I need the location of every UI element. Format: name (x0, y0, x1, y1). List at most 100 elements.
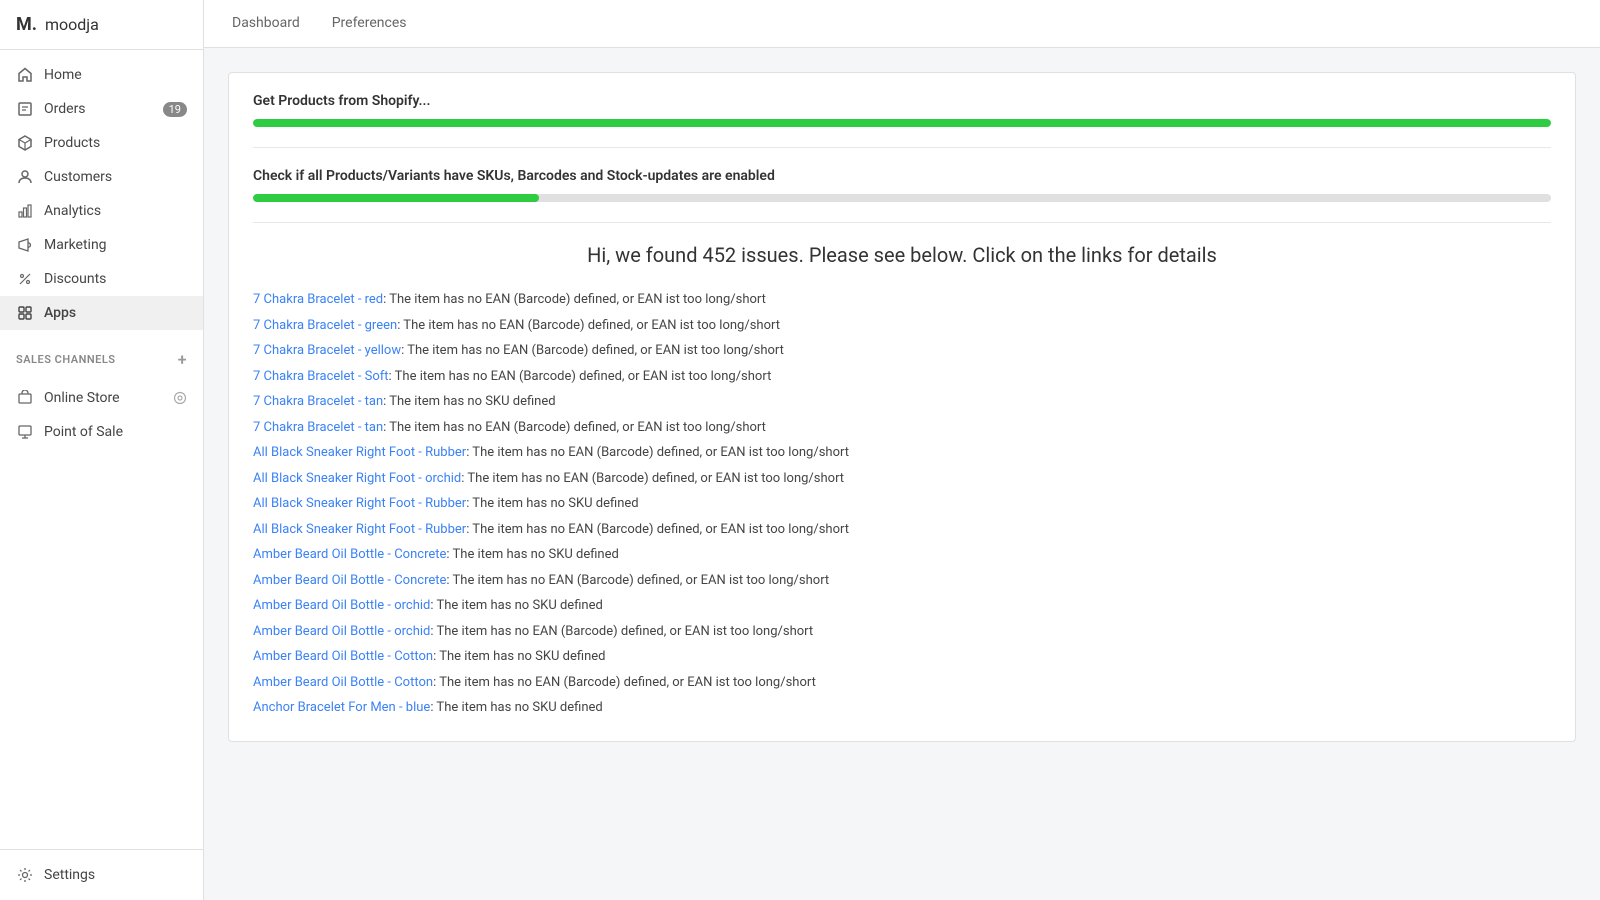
marketing-icon (16, 236, 34, 254)
issue-item: 7 Chakra Bracelet - tan: The item has no… (253, 415, 1551, 441)
issue-item: 7 Chakra Bracelet - tan: The item has no… (253, 389, 1551, 415)
issue-link[interactable]: All Black Sneaker Right Foot - Rubber (253, 496, 466, 511)
sidebar-item-orders[interactable]: Orders 19 (0, 92, 203, 126)
sidebar-item-point-of-sale[interactable]: Point of Sale (0, 415, 203, 449)
issue-link[interactable]: Amber Beard Oil Bottle - orchid (253, 598, 430, 613)
issue-item: All Black Sneaker Right Foot - Rubber: T… (253, 517, 1551, 543)
check-progress-bar (253, 194, 1551, 202)
shopify-section: Get Products from Shopify... (253, 93, 1551, 127)
online-store-icon (16, 389, 34, 407)
sidebar-item-analytics[interactable]: Analytics (0, 194, 203, 228)
issue-description: : The item has no SKU defined (466, 496, 638, 511)
apps-icon (16, 304, 34, 322)
sidebar-item-settings[interactable]: Settings (0, 858, 203, 892)
issue-link[interactable]: 7 Chakra Bracelet - tan (253, 394, 383, 409)
issue-link[interactable]: 7 Chakra Bracelet - tan (253, 420, 383, 435)
analytics-icon (16, 202, 34, 220)
sidebar-item-discounts[interactable]: Discounts (0, 262, 203, 296)
issue-item: Amber Beard Oil Bottle - orchid: The ite… (253, 593, 1551, 619)
issue-link[interactable]: Amber Beard Oil Bottle - orchid (253, 624, 430, 639)
sidebar-item-home[interactable]: Home (0, 58, 203, 92)
issue-item: 7 Chakra Bracelet - Soft: The item has n… (253, 364, 1551, 390)
logo-letter: M. (16, 14, 37, 35)
point-of-sale-icon (16, 423, 34, 441)
sidebar-item-home-label: Home (44, 67, 82, 83)
issues-list: 7 Chakra Bracelet - red : The item has no… (253, 287, 1551, 721)
sales-channels-nav: Online Store Point of Sale (0, 373, 203, 457)
sidebar-item-apps-label: Apps (44, 305, 76, 321)
section-divider-1 (253, 147, 1551, 148)
top-bar: Dashboard Preferences (204, 0, 1600, 48)
sidebar-logo: M. moodja (0, 0, 203, 50)
issue-link[interactable]: 7 Chakra Bracelet - green (253, 318, 397, 333)
issue-link[interactable]: Amber Beard Oil Bottle - Cotton (253, 649, 433, 664)
issue-link[interactable]: All Black Sneaker Right Foot - Rubber (253, 522, 466, 537)
products-icon (16, 134, 34, 152)
tab-preferences[interactable]: Preferences (328, 1, 411, 47)
discounts-icon (16, 270, 34, 288)
sidebar-item-marketing[interactable]: Marketing (0, 228, 203, 262)
sidebar-footer: Settings (0, 849, 203, 900)
issue-link[interactable]: 7 Chakra Bracelet - yellow (253, 343, 401, 358)
shopify-progress-fill (253, 119, 1551, 127)
issue-item: Amber Beard Oil Bottle - Cotton: The ite… (253, 670, 1551, 696)
add-sales-channel-icon[interactable]: + (178, 350, 187, 369)
issue-description: : The item has no EAN (Barcode) defined,… (401, 343, 784, 358)
main-card: Get Products from Shopify... Check if al… (228, 72, 1576, 742)
issue-link[interactable]: Amber Beard Oil Bottle - Concrete (253, 573, 446, 588)
issue-description: : The item has no SKU defined (446, 547, 618, 562)
orders-badge: 19 (163, 102, 187, 117)
customers-icon (16, 168, 34, 186)
settings-label: Settings (44, 867, 95, 883)
issue-item: Amber Beard Oil Bottle - Cotton: The ite… (253, 644, 1551, 670)
shopify-progress-bar (253, 119, 1551, 127)
sidebar-item-products[interactable]: Products (0, 126, 203, 160)
section-divider-2 (253, 222, 1551, 223)
sidebar-item-apps[interactable]: Apps (0, 296, 203, 330)
check-section-title: Check if all Products/Variants have SKUs… (253, 168, 1551, 184)
issue-description: : The item has no SKU defined (430, 598, 602, 613)
issue-description: : The item has no EAN (Barcode) defined,… (430, 624, 813, 639)
shopify-section-title: Get Products from Shopify... (253, 93, 1551, 109)
sidebar-item-online-store[interactable]: Online Store (0, 381, 203, 415)
sidebar-item-discounts-label: Discounts (44, 271, 106, 287)
settings-icon (16, 866, 34, 884)
issue-item: 7 Chakra Bracelet - green: The item has … (253, 313, 1551, 339)
issue-link[interactable]: 7 Chakra Bracelet - red (253, 292, 383, 307)
issue-description: : The item has no EAN (Barcode) defined,… (466, 522, 849, 537)
issue-description: : The item has no SKU defined (430, 700, 602, 715)
issue-link[interactable]: 7 Chakra Bracelet - Soft (253, 369, 389, 384)
main-content: Dashboard Preferences Get Products from … (204, 0, 1600, 900)
issue-item: Amber Beard Oil Bottle - Concrete: The i… (253, 568, 1551, 594)
issue-description: : The item has no EAN (Barcode) defined,… (461, 471, 844, 486)
issue-link[interactable]: All Black Sneaker Right Foot - orchid (253, 471, 461, 486)
tab-dashboard[interactable]: Dashboard (228, 1, 304, 47)
issue-item: All Black Sneaker Right Foot - Rubber: T… (253, 491, 1551, 517)
issue-description: : The item has no SKU defined (433, 649, 605, 664)
issue-description: : The item has no EAN (Barcode) defined,… (433, 675, 816, 690)
logo-name: moodja (45, 15, 99, 34)
sidebar-item-products-label: Products (44, 135, 100, 151)
sidebar-item-customers[interactable]: Customers (0, 160, 203, 194)
check-section: Check if all Products/Variants have SKUs… (253, 168, 1551, 202)
online-store-settings-icon[interactable] (173, 390, 187, 406)
issue-description: : The item has no EAN (Barcode) defined,… (383, 420, 766, 435)
issue-link[interactable]: Amber Beard Oil Bottle - Cotton (253, 675, 433, 690)
orders-icon (16, 100, 34, 118)
issue-link[interactable]: Anchor Bracelet For Men - blue (253, 700, 430, 715)
issue-link[interactable]: Amber Beard Oil Bottle - Concrete (253, 547, 446, 562)
sidebar: M. moodja Home Orders 19 Products (0, 0, 204, 900)
issue-description: : The item has no EAN (Barcode) defined,… (466, 445, 849, 460)
main-nav: Home Orders 19 Products Customers (0, 50, 203, 338)
issue-link[interactable]: All Black Sneaker Right Foot - Rubber (253, 445, 466, 460)
sales-channels-label: SALES CHANNELS + (0, 338, 203, 373)
issue-item: 7 Chakra Bracelet - yellow: The item has… (253, 338, 1551, 364)
sidebar-item-online-store-label: Online Store (44, 390, 120, 406)
sidebar-item-orders-label: Orders (44, 101, 86, 117)
issues-heading: Hi, we found 452 issues. Please see belo… (253, 243, 1551, 267)
home-icon (16, 66, 34, 84)
issue-item: 7 Chakra Bracelet - red: The item has no… (253, 287, 1551, 313)
issue-description: : The item has no SKU defined (383, 394, 555, 409)
issue-item: Amber Beard Oil Bottle - Concrete: The i… (253, 542, 1551, 568)
issue-description: : The item has no EAN (Barcode) defined,… (397, 318, 780, 333)
